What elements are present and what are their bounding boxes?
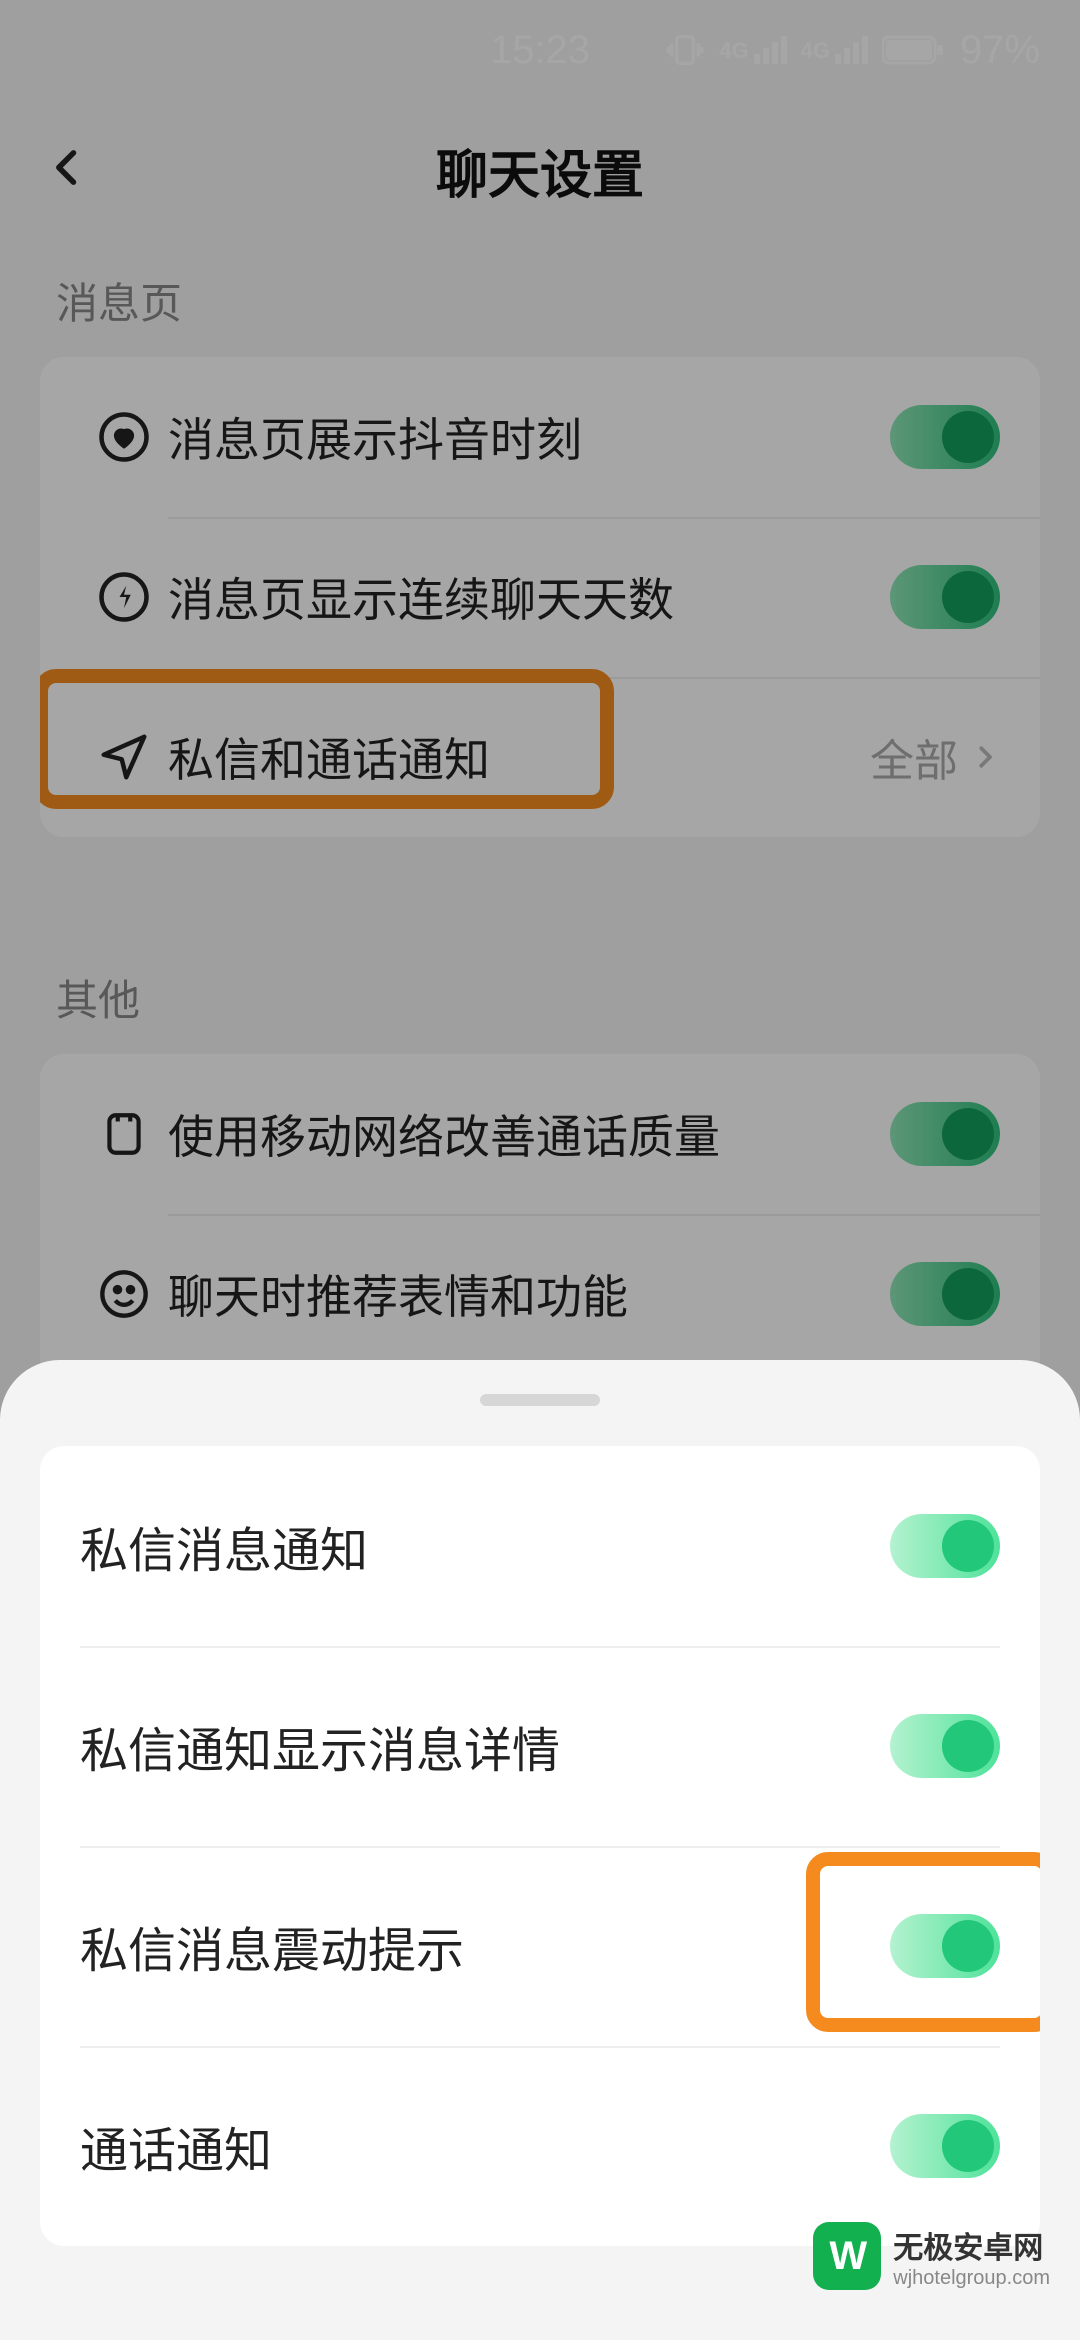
watermark: W 无极安卓网 wjhotelgroup.com bbox=[813, 2222, 1050, 2290]
toggle[interactable] bbox=[890, 1714, 1000, 1778]
row-label: 消息页显示连续聊天天数 bbox=[168, 564, 890, 630]
toggle[interactable] bbox=[890, 1262, 1000, 1326]
signal-2-icon: 4G bbox=[801, 36, 868, 64]
message-page-card: 消息页展示抖音时刻 消息页显示连续聊天天数 私信和通话通知 全部 bbox=[40, 357, 1040, 837]
bolt-circle-icon bbox=[97, 570, 151, 624]
heart-circle-icon bbox=[97, 410, 151, 464]
sheet-row-dm-notification[interactable]: 私信消息通知 bbox=[40, 1446, 1040, 1646]
toggle[interactable] bbox=[890, 1102, 1000, 1166]
section-header-message-page: 消息页 bbox=[0, 240, 1080, 357]
sheet-row-dm-vibrate[interactable]: 私信消息震动提示 bbox=[40, 1846, 1040, 2046]
status-bar: 15:23 4G 4G 97% bbox=[0, 0, 1080, 100]
toggle[interactable] bbox=[890, 1914, 1000, 1978]
toggle[interactable] bbox=[890, 1514, 1000, 1578]
row-label: 消息页展示抖音时刻 bbox=[168, 404, 890, 470]
row-label: 私信消息震动提示 bbox=[80, 1911, 890, 1981]
row-label: 通话通知 bbox=[80, 2111, 890, 2181]
toggle[interactable] bbox=[890, 405, 1000, 469]
row-label: 私信通知显示消息详情 bbox=[80, 1711, 890, 1781]
row-recommend-emoji[interactable]: 聊天时推荐表情和功能 bbox=[40, 1214, 1040, 1374]
page-title: 聊天设置 bbox=[436, 133, 644, 208]
sheet-row-call-notification[interactable]: 通话通知 bbox=[40, 2046, 1040, 2246]
vibrate-icon bbox=[665, 30, 705, 70]
watermark-url: wjhotelgroup.com bbox=[893, 2267, 1050, 2290]
signal-1-icon: 4G bbox=[719, 36, 786, 64]
send-icon bbox=[97, 730, 151, 784]
bottom-sheet: 私信消息通知 私信通知显示消息详情 私信消息震动提示 通话通知 bbox=[0, 1360, 1080, 2340]
status-right-cluster: 4G 4G 97% bbox=[665, 28, 1040, 73]
battery-icon bbox=[882, 34, 946, 66]
battery-percent: 97% bbox=[960, 28, 1040, 73]
row-label: 私信和通话通知 bbox=[168, 724, 870, 790]
row-value: 全部 bbox=[870, 725, 958, 789]
row-douyin-moments[interactable]: 消息页展示抖音时刻 bbox=[40, 357, 1040, 517]
nav-bar: 聊天设置 bbox=[0, 100, 1080, 240]
sheet-card: 私信消息通知 私信通知显示消息详情 私信消息震动提示 通话通知 bbox=[40, 1446, 1040, 2246]
watermark-brand: 无极安卓网 bbox=[893, 2223, 1050, 2267]
back-button[interactable] bbox=[46, 138, 90, 203]
smile-icon bbox=[98, 1268, 150, 1320]
watermark-logo-icon: W bbox=[813, 2222, 881, 2290]
status-time: 15:23 bbox=[490, 28, 590, 73]
row-label: 私信消息通知 bbox=[80, 1511, 890, 1581]
row-label: 聊天时推荐表情和功能 bbox=[168, 1261, 890, 1327]
toggle[interactable] bbox=[890, 2114, 1000, 2178]
toggle[interactable] bbox=[890, 565, 1000, 629]
section-header-other: 其他 bbox=[0, 937, 1080, 1054]
chevron-right-icon bbox=[970, 737, 1000, 777]
chevron-left-icon bbox=[46, 138, 90, 198]
row-dm-call-notifications[interactable]: 私信和通话通知 全部 bbox=[40, 677, 1040, 837]
sheet-row-dm-show-detail[interactable]: 私信通知显示消息详情 bbox=[40, 1646, 1040, 1846]
row-mobile-network-call-quality[interactable]: 使用移动网络改善通话质量 bbox=[40, 1054, 1040, 1214]
sheet-drag-handle[interactable] bbox=[480, 1394, 600, 1406]
row-chat-days-count[interactable]: 消息页显示连续聊天天数 bbox=[40, 517, 1040, 677]
sim-icon bbox=[99, 1109, 149, 1159]
row-label: 使用移动网络改善通话质量 bbox=[168, 1101, 890, 1167]
